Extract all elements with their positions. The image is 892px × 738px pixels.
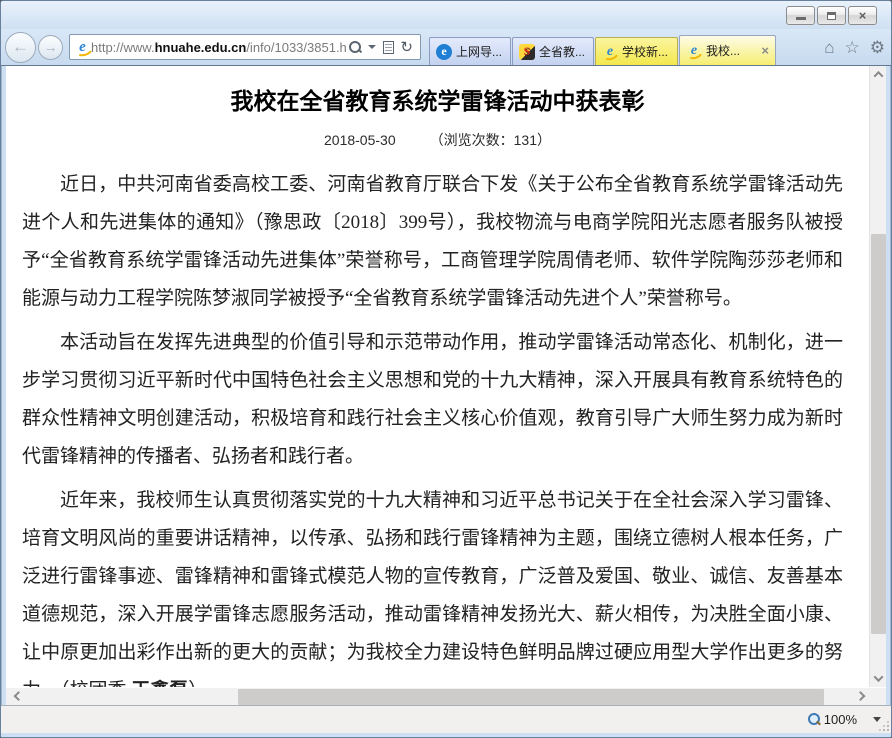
tab-label: 上网导...: [456, 43, 502, 60]
paragraph: 本活动旨在发挥先进典型的价值引导和示范带动作用，推动学雷锋活动常态化、机制化，进…: [22, 324, 843, 476]
author-prefix: （校团委: [60, 680, 131, 687]
ie-page-icon: e: [74, 39, 91, 56]
tab-label: 学校新...: [622, 43, 668, 60]
minimize-button[interactable]: [786, 6, 815, 25]
back-arrow-icon: ←: [12, 37, 29, 57]
chevron-left-icon: [13, 691, 23, 701]
status-bar: 100%: [1, 705, 891, 733]
scroll-right-icon[interactable]: [848, 688, 872, 706]
tab-strip: e 上网导... S 全省教... e 学校新... e 我校... ×: [429, 29, 777, 65]
chevron-up-icon: [874, 71, 884, 81]
restore-button[interactable]: [817, 6, 846, 25]
zoom-level[interactable]: 100%: [824, 712, 857, 727]
page-content-area: 我校在全省教育系统学雷锋活动中获表彰 2018-05-30（浏览次数：131） …: [6, 66, 886, 687]
navigation-bar: ← → e http://www.hnuahe.edu.cn/info/1033…: [1, 29, 891, 66]
tab-xuexiaoxin[interactable]: e 学校新...: [595, 37, 678, 65]
tab-woxiao-active[interactable]: e 我校... ×: [679, 35, 776, 65]
restore-icon: [827, 12, 836, 20]
chevron-right-icon: [855, 691, 865, 701]
view-count: （浏览次数：131）: [430, 132, 551, 148]
ie-icon: e: [602, 44, 618, 60]
paragraph: 近年来，我校师生认真贯彻落实党的十九大精神和习近平总书记关于在全社会深入学习雷锋…: [22, 482, 843, 687]
zoom-control[interactable]: 100%: [806, 712, 881, 727]
sogou-browser-icon: S: [519, 44, 535, 60]
page-title: 我校在全省教育系统学雷锋活动中获表彰: [6, 82, 869, 116]
vertical-scrollbar[interactable]: [869, 66, 886, 687]
forward-arrow-icon: →: [44, 39, 58, 55]
compatibility-view-icon[interactable]: [383, 41, 394, 54]
browser-window: × ← → e http://www.hnuahe.edu.cn/info/10…: [0, 0, 892, 738]
favorites-star-icon[interactable]: ☆: [845, 39, 860, 56]
scroll-left-icon[interactable]: [6, 688, 30, 706]
tab-label: 全省教...: [539, 43, 585, 60]
tab-close-icon[interactable]: ×: [757, 43, 769, 58]
back-button[interactable]: ←: [5, 32, 36, 63]
search-icon[interactable]: [348, 40, 362, 54]
article-date: 2018-05-30: [324, 132, 396, 148]
tab-label: 我校...: [706, 42, 740, 59]
tab-shangwangdaohang[interactable]: e 上网导...: [429, 37, 511, 65]
author-suffix: ）: [188, 680, 207, 687]
navbar-right-icons: ⌂ ☆ ⚙: [814, 39, 885, 56]
address-dropdown-icon[interactable]: [368, 45, 376, 49]
address-bar[interactable]: e http://www.hnuahe.edu.cn/info/1033/385…: [69, 34, 421, 60]
chevron-down-icon: [874, 672, 884, 682]
ie-icon: e: [686, 43, 702, 59]
author-name: 王鑫磊: [131, 680, 188, 687]
home-icon[interactable]: ⌂: [824, 39, 834, 56]
scroll-up-icon[interactable]: [870, 66, 886, 83]
close-button[interactable]: ×: [848, 6, 877, 25]
window-frame-bottom: [1, 733, 891, 737]
address-bar-icons: ↻: [346, 38, 416, 56]
refresh-icon[interactable]: ↻: [400, 38, 413, 56]
resize-grip[interactable]: [879, 721, 889, 731]
close-icon: ×: [859, 9, 867, 22]
vertical-scrollbar-thumb[interactable]: [871, 234, 886, 634]
horizontal-scrollbar[interactable]: [6, 687, 886, 705]
minimize-icon: [796, 17, 806, 20]
article-body: 近日，中共河南省委高校工委、河南省教育厅联合下发《关于公布全省教育系统学雷锋活动…: [22, 166, 843, 687]
zoom-magnifier-icon: [806, 712, 821, 727]
tab-quanshengjiao[interactable]: S 全省教...: [512, 37, 594, 65]
horizontal-scrollbar-thumb[interactable]: [238, 689, 824, 705]
forward-button[interactable]: →: [38, 35, 63, 60]
article: 我校在全省教育系统学雷锋活动中获表彰 2018-05-30（浏览次数：131） …: [6, 66, 869, 687]
scroll-down-icon[interactable]: [870, 670, 886, 687]
article-meta: 2018-05-30 （浏览次数：131）: [6, 130, 869, 150]
url-text[interactable]: http://www.hnuahe.edu.cn/info/1033/3851.…: [91, 40, 346, 55]
blue-e-browser-icon: e: [436, 44, 452, 60]
paragraph: 近日，中共河南省委高校工委、河南省教育厅联合下发《关于公布全省教育系统学雷锋活动…: [22, 166, 843, 318]
title-bar: ×: [1, 1, 891, 29]
tools-gear-icon[interactable]: ⚙: [870, 39, 885, 56]
